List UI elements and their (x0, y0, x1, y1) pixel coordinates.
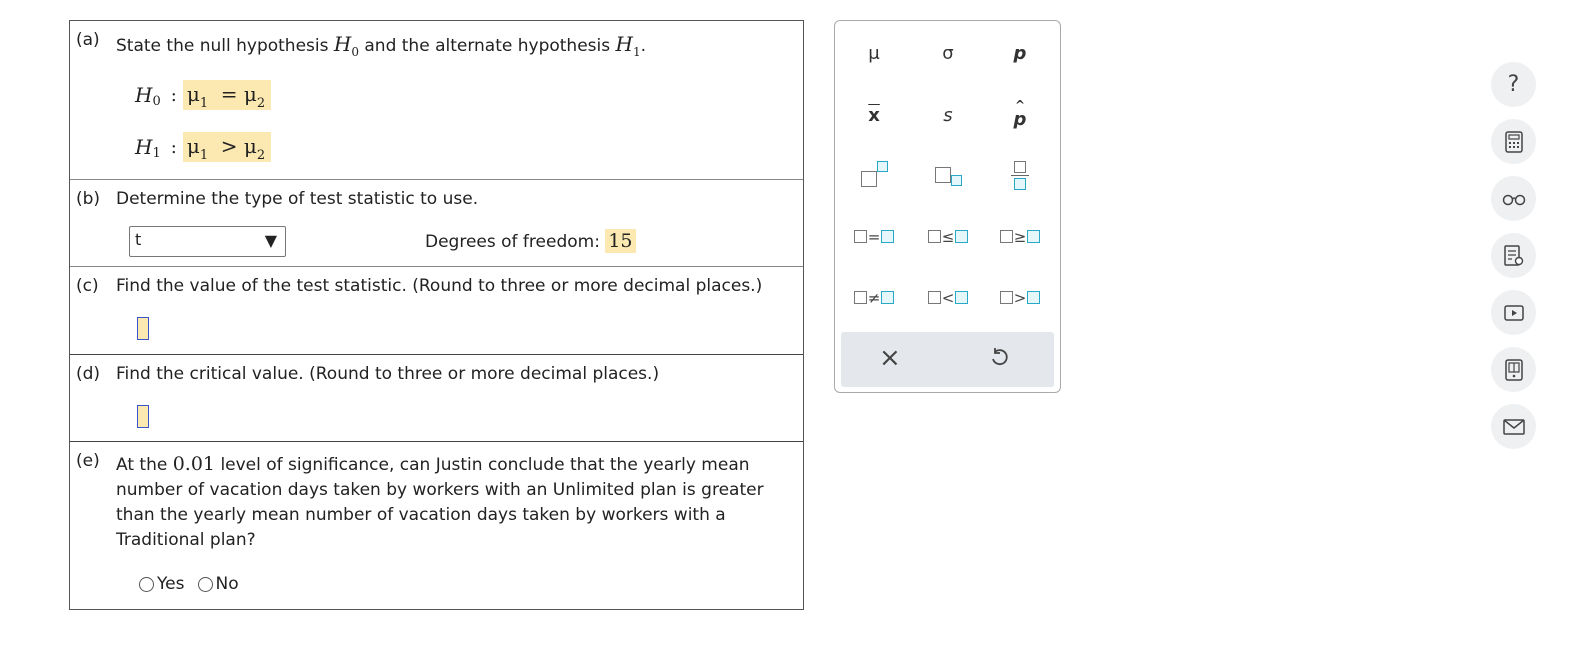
part-c: (c) Find the value of the test statistic… (70, 267, 803, 355)
critical-value-input[interactable] (137, 405, 149, 428)
part-a-prompt: State the null hypothesis H0 and the alt… (116, 32, 647, 59)
close-icon: × (879, 343, 901, 373)
calculator-button[interactable] (1491, 119, 1536, 164)
yes-no-options: Yes No (139, 574, 247, 596)
alt-hypothesis-input[interactable]: μ1 > μ2 (182, 132, 272, 163)
glasses-icon (1502, 194, 1525, 205)
xbar-button[interactable]: x (839, 105, 909, 126)
mu-button[interactable]: μ (839, 43, 909, 64)
video-button[interactable] (1491, 290, 1536, 335)
accessibility-button[interactable] (1491, 176, 1536, 221)
p-button[interactable]: p (985, 43, 1055, 64)
notes-button[interactable] (1491, 233, 1536, 278)
part-a: (a) State the null hypothesis H0 and the… (70, 21, 803, 180)
part-b-prompt: Determine the type of test statistic to … (116, 189, 479, 209)
part-c-prompt: Find the value of the test statistic. (R… (116, 276, 763, 296)
undo-icon (992, 348, 1008, 366)
help-button[interactable]: ? (1491, 62, 1536, 107)
ebook-icon (1504, 358, 1523, 381)
ge-button[interactable]: ≥ (985, 227, 1055, 248)
part-a-label: (a) (76, 30, 100, 50)
null-hypothesis-row: H0 : μ1 = μ2 (135, 80, 272, 111)
alt-hypothesis-row: H1 : μ1 > μ2 (135, 132, 272, 163)
part-b-label: (b) (76, 189, 101, 209)
math-palette: μ σ p x s ^ p = ≤ ≥ ≠ < > × (834, 20, 1061, 393)
superscript-button[interactable] (839, 161, 909, 187)
null-hypothesis-input[interactable]: μ1 = μ2 (182, 80, 272, 111)
part-c-label: (c) (76, 276, 99, 296)
ebook-button[interactable] (1491, 347, 1536, 392)
test-statistic-select[interactable]: t ▼ (129, 226, 286, 257)
undo-button[interactable] (989, 347, 1011, 373)
help-icon: ? (1507, 72, 1520, 97)
test-statistic-input[interactable] (137, 317, 149, 340)
subscript-button[interactable] (913, 163, 983, 186)
notes-icon (1503, 244, 1523, 266)
phat-button[interactable]: ^ p (985, 99, 1055, 130)
equals-button[interactable]: = (839, 227, 909, 248)
sigma-button[interactable]: σ (913, 43, 983, 64)
calculator-icon (1504, 130, 1523, 153)
part-e-prompt: At the 0.01 level of significance, can J… (116, 453, 764, 550)
yes-radio[interactable]: Yes (139, 574, 184, 594)
degrees-of-freedom-input[interactable]: 15 (605, 229, 636, 253)
part-d: (d) Find the critical value. (Round to t… (70, 355, 803, 442)
ne-button[interactable]: ≠ (839, 288, 909, 309)
part-b: (b) Determine the type of test statistic… (70, 180, 803, 267)
fraction-button[interactable] (985, 157, 1055, 190)
le-button[interactable]: ≤ (913, 227, 983, 248)
clear-button[interactable]: × (879, 343, 901, 373)
part-e: (e) At the 0.01 level of significance, c… (70, 442, 803, 609)
video-icon (1503, 304, 1524, 321)
palette-footer: × (841, 332, 1054, 387)
part-d-prompt: Find the critical value. (Round to three… (116, 364, 660, 384)
no-radio[interactable]: No (197, 574, 239, 594)
part-e-label: (e) (76, 451, 100, 471)
part-d-label: (d) (76, 364, 101, 384)
degrees-of-freedom: Degrees of freedom: 15 (425, 229, 636, 253)
lt-button[interactable]: < (913, 288, 983, 309)
message-button[interactable] (1491, 404, 1536, 449)
gt-button[interactable]: > (985, 288, 1055, 309)
s-button[interactable]: s (913, 105, 983, 126)
dropdown-arrow-icon: ▼ (264, 231, 277, 250)
question-table: (a) State the null hypothesis H0 and the… (69, 20, 804, 610)
mail-icon (1502, 418, 1525, 435)
